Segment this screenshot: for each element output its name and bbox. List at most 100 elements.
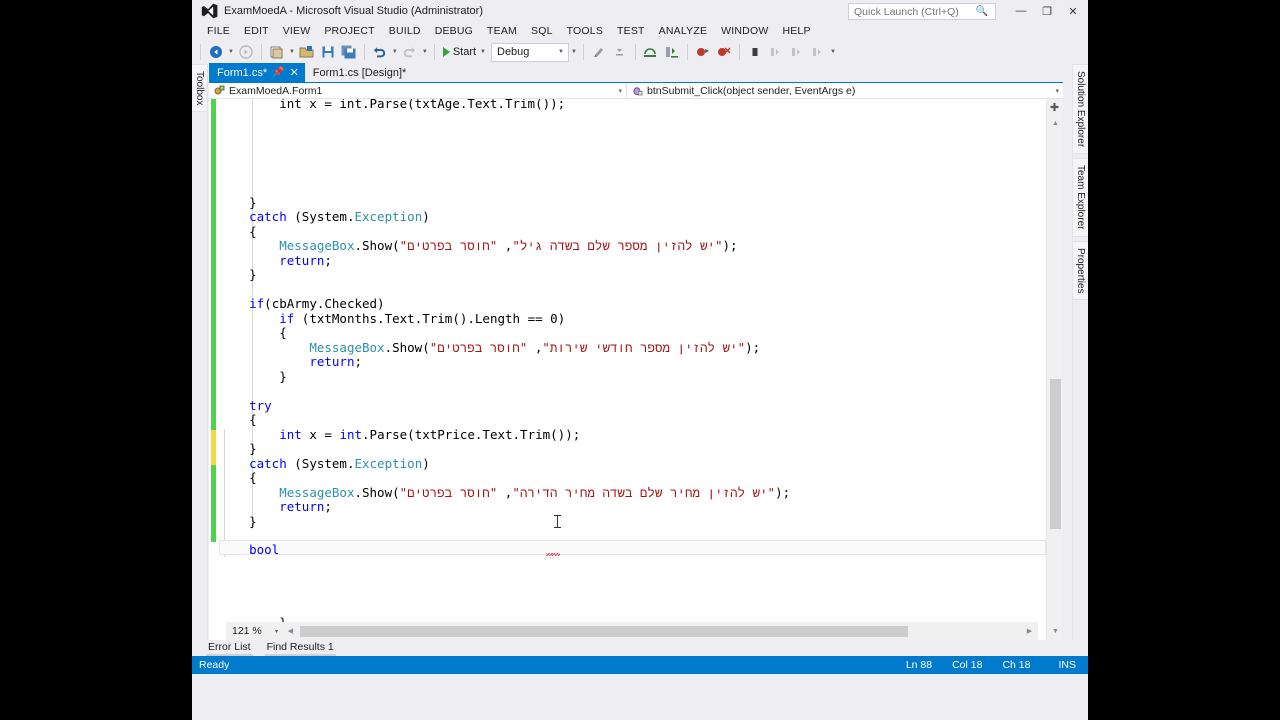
toggle-breakpoint-icon[interactable] [693,42,713,62]
type-dropdown-value: ExamMoedA.Form1 [229,84,323,97]
editor-vertical-scrollbar[interactable]: ✚ ▲ ▼ [1046,99,1063,640]
menu-item-test[interactable]: TEST [610,24,652,38]
horizontal-scroll-thumb[interactable] [300,625,908,637]
new-project-dropdown-icon[interactable]: ▼ [288,49,296,55]
type-dropdown[interactable]: ExamMoedA.Form1 ▾ [209,82,627,99]
stop-icon[interactable] [745,42,765,62]
chevron-down-icon[interactable]: ▾ [618,87,626,95]
menu-item-sql[interactable]: SQL [524,24,560,38]
scroll-up-icon[interactable]: ▲ [1047,115,1063,132]
redo-icon[interactable] [400,42,420,62]
step-out-icon[interactable] [766,42,786,62]
pin-icon[interactable]: 📌 [272,67,284,78]
document-tab-strip: Form1.cs* 📌 ✕ Form1.cs [Design]* [209,63,1063,83]
close-button[interactable]: ✕ [1060,1,1086,21]
new-project-icon[interactable] [267,42,287,62]
undo-dropdown-icon[interactable]: ▼ [391,49,399,55]
code-line: { [219,470,257,486]
overflow-icon[interactable]: ▼ [829,49,837,55]
menu-item-help[interactable]: HELP [775,24,817,38]
status-insert-mode: INS [1058,659,1076,671]
code-token: , [527,340,543,355]
menu-item-view[interactable]: VIEW [276,24,318,38]
toolbox-tab[interactable]: Toolbox [192,64,208,113]
menu-item-analyze[interactable]: ANALYZE [652,24,714,38]
code-line: { [219,412,257,428]
code-token: ); [745,340,761,355]
step-into-disabled-icon[interactable] [808,42,828,62]
start-debug-button[interactable]: Start ▼ [440,42,490,62]
menu-item-debug[interactable]: DEBUG [428,24,480,38]
dock-tab-solution-explorer[interactable]: Solution Explorer [1073,64,1088,155]
scroll-left-icon[interactable]: ◀ [282,623,299,640]
menu-item-build[interactable]: BUILD [382,24,428,38]
split-editor-icon[interactable]: ✚ [1047,100,1062,115]
attach-to-process-icon[interactable] [589,42,609,62]
bottom-tab-error-list[interactable]: Error List [206,641,253,656]
code-token: .Show( [384,340,430,355]
chevron-down-icon-zoom: ▾ [274,628,278,635]
member-dropdown[interactable]: btnSubmit_Click(object sender, EventArgs… [627,83,1063,99]
navigate-back-dropdown-icon[interactable]: ▼ [227,49,235,55]
right-dock: Solution Explorer Team Explorer Properties [1072,64,1088,640]
vertical-scroll-thumb[interactable] [1050,379,1061,529]
navigation-bar: ExamMoedA.Form1 ▾ btnSubmit_Click(object… [209,82,1063,99]
tab-form1-cs[interactable]: Form1.cs* 📌 ✕ [209,63,305,82]
redo-dropdown-icon[interactable]: ▼ [421,49,429,55]
quick-launch-box[interactable]: 🔍 [848,3,996,20]
save-icon[interactable] [318,42,338,62]
code-editor-surface[interactable]: int x = int.Parse(txtAge.Text.Trim()); }… [209,99,1063,640]
chevron-down-icon-member[interactable]: ▾ [1055,87,1063,95]
save-all-icon[interactable] [339,42,359,62]
menu-item-file[interactable]: FILE [200,24,237,38]
code-token: .Show( [354,238,400,253]
close-icon[interactable]: ✕ [290,66,299,79]
code-token: (System. [286,209,355,224]
change-margin-saved-bottom [211,465,216,542]
code-token: } [219,267,257,282]
undo-icon[interactable] [370,42,390,62]
code-token: catch [249,209,287,224]
dock-tab-team-explorer[interactable]: Team Explorer [1073,158,1088,237]
toolbar-separator-3 [433,44,435,60]
platform-dropdown-icon[interactable]: ▼ [570,49,578,55]
scroll-right-icon[interactable]: ▶ [1021,623,1038,640]
menu-item-tools[interactable]: TOOLS [560,24,610,38]
change-margin-saved-top [211,99,216,430]
navigate-back-icon[interactable] [206,42,226,62]
editor-horizontal-scrollbar[interactable]: ◀ ▶ [282,622,1038,640]
open-file-icon[interactable] [297,42,317,62]
code-token: int x = int.Parse(txtAge.Text.Trim()); [219,99,566,111]
solution-configuration-combo[interactable]: Debug ▼ [491,42,569,62]
menu-item-project[interactable]: PROJECT [317,24,381,38]
menu-item-window[interactable]: WINDOW [714,24,775,38]
zoom-level-combo[interactable]: 121 % ▾ [226,622,282,640]
scroll-down-icon[interactable]: ▼ [1047,623,1063,640]
step-into-icon[interactable] [662,42,682,62]
attach-dropdown-icon[interactable] [610,42,630,62]
menu-item-edit[interactable]: EDIT [237,24,276,38]
restore-button[interactable]: ❐ [1034,1,1060,21]
step-over-disabled-icon[interactable] [787,42,807,62]
dock-tab-properties[interactable]: Properties [1073,240,1088,301]
navigate-forward-icon[interactable] [236,42,256,62]
menu-item-team[interactable]: TEAM [480,24,524,38]
code-token: x = [301,427,340,442]
bottom-tab-find-results-1[interactable]: Find Results 1 [264,641,336,656]
code-token: bool [249,542,280,557]
quick-launch-input[interactable] [849,4,975,19]
code-token: (cbArmy.Checked) [264,296,385,311]
delete-all-breakpoints-icon[interactable] [714,42,734,62]
code-text[interactable]: int x = int.Parse(txtAge.Text.Trim()); }… [219,99,1046,640]
step-over-icon[interactable] [641,42,661,62]
code-token: ) [557,311,566,326]
minimize-button[interactable]: — [1008,1,1034,21]
code-line: bool [219,542,280,558]
start-dropdown-icon[interactable]: ▼ [479,49,487,55]
method-icon [632,85,643,96]
code-line: if(cbArmy.Checked) [219,296,385,312]
code-token: return [309,354,355,369]
tab-form1-cs-design[interactable]: Form1.cs [Design]* [304,63,413,82]
